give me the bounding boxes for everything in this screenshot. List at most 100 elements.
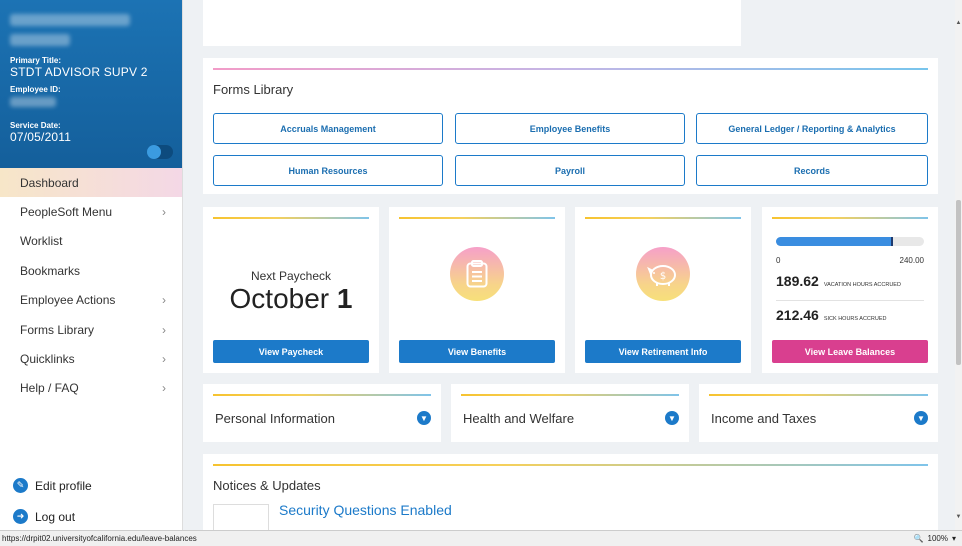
employee-id-redacted [10,97,56,107]
main-content: Forms Library Accruals Management Employ… [183,0,955,530]
vacation-hours-label: VACATION HOURS ACCRUED [823,282,901,288]
card-accent-bar [585,217,741,219]
sidebar-item-label: Dashboard [20,175,79,190]
chevron-right-icon: › [162,381,166,396]
sidebar-item-label: Bookmarks [20,263,81,278]
sidebar-item-label: Forms Library [20,322,95,337]
chevron-down-icon[interactable]: ▼ [914,411,928,425]
svg-text:$: $ [660,271,666,282]
view-benefits-button[interactable]: View Benefits [399,340,555,363]
divider [776,300,924,301]
paycheck-day: 1 [336,283,353,314]
accruals-management-button[interactable]: Accruals Management [213,113,443,144]
sidebar-item-label: Quicklinks [20,352,75,367]
employee-name-redacted [10,14,130,26]
edit-profile-label: Edit profile [35,478,92,493]
next-paycheck-label: Next Paycheck [250,269,332,283]
browser-status-bar: https://drpit02.universityofcalifornia.e… [0,530,962,546]
leave-balances-tile: 0 240.00 189.62 VACATION HOURS ACCRUED 21… [762,207,938,373]
top-partial-card [203,0,741,46]
piggy-bank-icon: $ [636,247,690,301]
accordion-title: Personal Information [215,411,335,426]
general-ledger-button[interactable]: General Ledger / Reporting & Analytics [696,113,928,144]
service-date-value: 07/05/2011 [10,130,72,144]
card-accent-bar [772,217,928,219]
accordion-title: Income and Taxes [711,411,817,426]
chevron-down-icon[interactable]: ▼ [417,411,431,425]
sidebar-item-label: PeopleSoft Menu [20,205,113,220]
scroll-thumb[interactable] [956,200,961,365]
card-accent-bar [709,394,928,396]
chevron-right-icon: › [162,352,166,367]
sidebar-item-help-faq[interactable]: Help / FAQ › [0,374,182,403]
log-out-link[interactable]: ➜ Log out [0,501,183,532]
notices-title: Notices & Updates [213,478,321,493]
leave-progress-bar [776,237,924,246]
logout-icon: ➜ [13,509,28,524]
employee-id-label: Employee ID: [10,85,61,94]
sidebar-item-label: Help / FAQ [20,381,79,396]
card-accent-bar [213,464,928,466]
sidebar-collapse-toggle[interactable] [147,145,173,159]
chevron-right-icon: › [162,322,166,337]
scale-max: 240.00 [899,256,924,265]
notice-link-security-questions[interactable]: Security Questions Enabled [279,502,452,518]
employee-benefits-button[interactable]: Employee Benefits [455,113,685,144]
view-retirement-info-button[interactable]: View Retirement Info [585,340,741,363]
sidebar-item-worklist[interactable]: Worklist [0,227,182,256]
employee-name-redacted-line2 [10,34,70,46]
scroll-up-icon[interactable]: ▲ [955,20,962,26]
sidebar-item-forms-library[interactable]: Forms Library › [0,315,182,344]
card-accent-bar [461,394,679,396]
vacation-hours: 189.62 VACATION HOURS ACCRUED [776,273,901,289]
primary-title-label: Primary Title: [10,56,61,65]
benefits-tile: View Benefits [389,207,565,373]
pencil-icon: ✎ [13,478,28,493]
profile-header: Primary Title: STDT ADVISOR SUPV 2 Emplo… [0,0,182,168]
sidebar-item-quicklinks[interactable]: Quicklinks › [0,344,182,373]
clipboard-icon [450,247,504,301]
sidebar-footer: ✎ Edit profile ➜ Log out [0,470,183,532]
edit-profile-link[interactable]: ✎ Edit profile [0,470,183,501]
chevron-right-icon: › [162,205,166,220]
view-leave-balances-button[interactable]: View Leave Balances [772,340,928,363]
sidebar: Primary Title: STDT ADVISOR SUPV 2 Emplo… [0,0,183,546]
leave-progress-fill [776,237,893,246]
notice-thumbnail [213,504,269,530]
sidebar-item-label: Employee Actions [20,293,116,308]
paycheck-month: October [229,283,330,314]
primary-title-value: STDT ADVISOR SUPV 2 [10,65,148,79]
chevron-down-icon[interactable]: ▼ [665,411,679,425]
sick-hours: 212.46 SICK HOURS ACCRUED [776,307,886,323]
log-out-label: Log out [35,509,76,524]
notices-card: Notices & Updates Security Questions Ena… [203,454,938,530]
card-accent-bar [213,217,369,219]
sidebar-item-employee-actions[interactable]: Employee Actions › [0,286,182,315]
scroll-down-icon[interactable]: ▼ [955,514,962,520]
sidebar-item-label: Worklist [20,234,63,249]
zoom-control[interactable]: 🔍 100% ▾ [914,534,956,543]
next-paycheck-date: October 1 [213,283,369,315]
card-accent-bar [399,217,555,219]
accordion-income-and-taxes[interactable]: Income and Taxes ▼ [699,384,938,442]
page-scrollbar[interactable]: ▲ ▼ [955,0,962,530]
sidebar-item-dashboard[interactable]: Dashboard [0,168,182,198]
sick-hours-label: SICK HOURS ACCRUED [823,316,887,322]
card-accent-bar [213,68,928,70]
human-resources-button[interactable]: Human Resources [213,155,443,186]
accordion-personal-information[interactable]: Personal Information ▼ [203,384,441,442]
sick-hours-value: 212.46 [776,307,819,323]
chevron-down-icon[interactable]: ▾ [952,534,956,543]
accordion-title: Health and Welfare [463,411,575,426]
view-paycheck-button[interactable]: View Paycheck [213,340,369,363]
sidebar-item-peoplesoft-menu[interactable]: PeopleSoft Menu › [0,197,182,226]
payroll-button[interactable]: Payroll [455,155,685,186]
retirement-tile: $ View Retirement Info [575,207,751,373]
sidebar-item-bookmarks[interactable]: Bookmarks [0,256,182,285]
status-url: https://drpit02.universityofcalifornia.e… [2,534,197,543]
forms-library-card: Forms Library Accruals Management Employ… [203,58,938,194]
records-button[interactable]: Records [696,155,928,186]
accordion-health-and-welfare[interactable]: Health and Welfare ▼ [451,384,689,442]
vacation-hours-value: 189.62 [776,273,819,289]
forms-library-title: Forms Library [213,82,294,97]
